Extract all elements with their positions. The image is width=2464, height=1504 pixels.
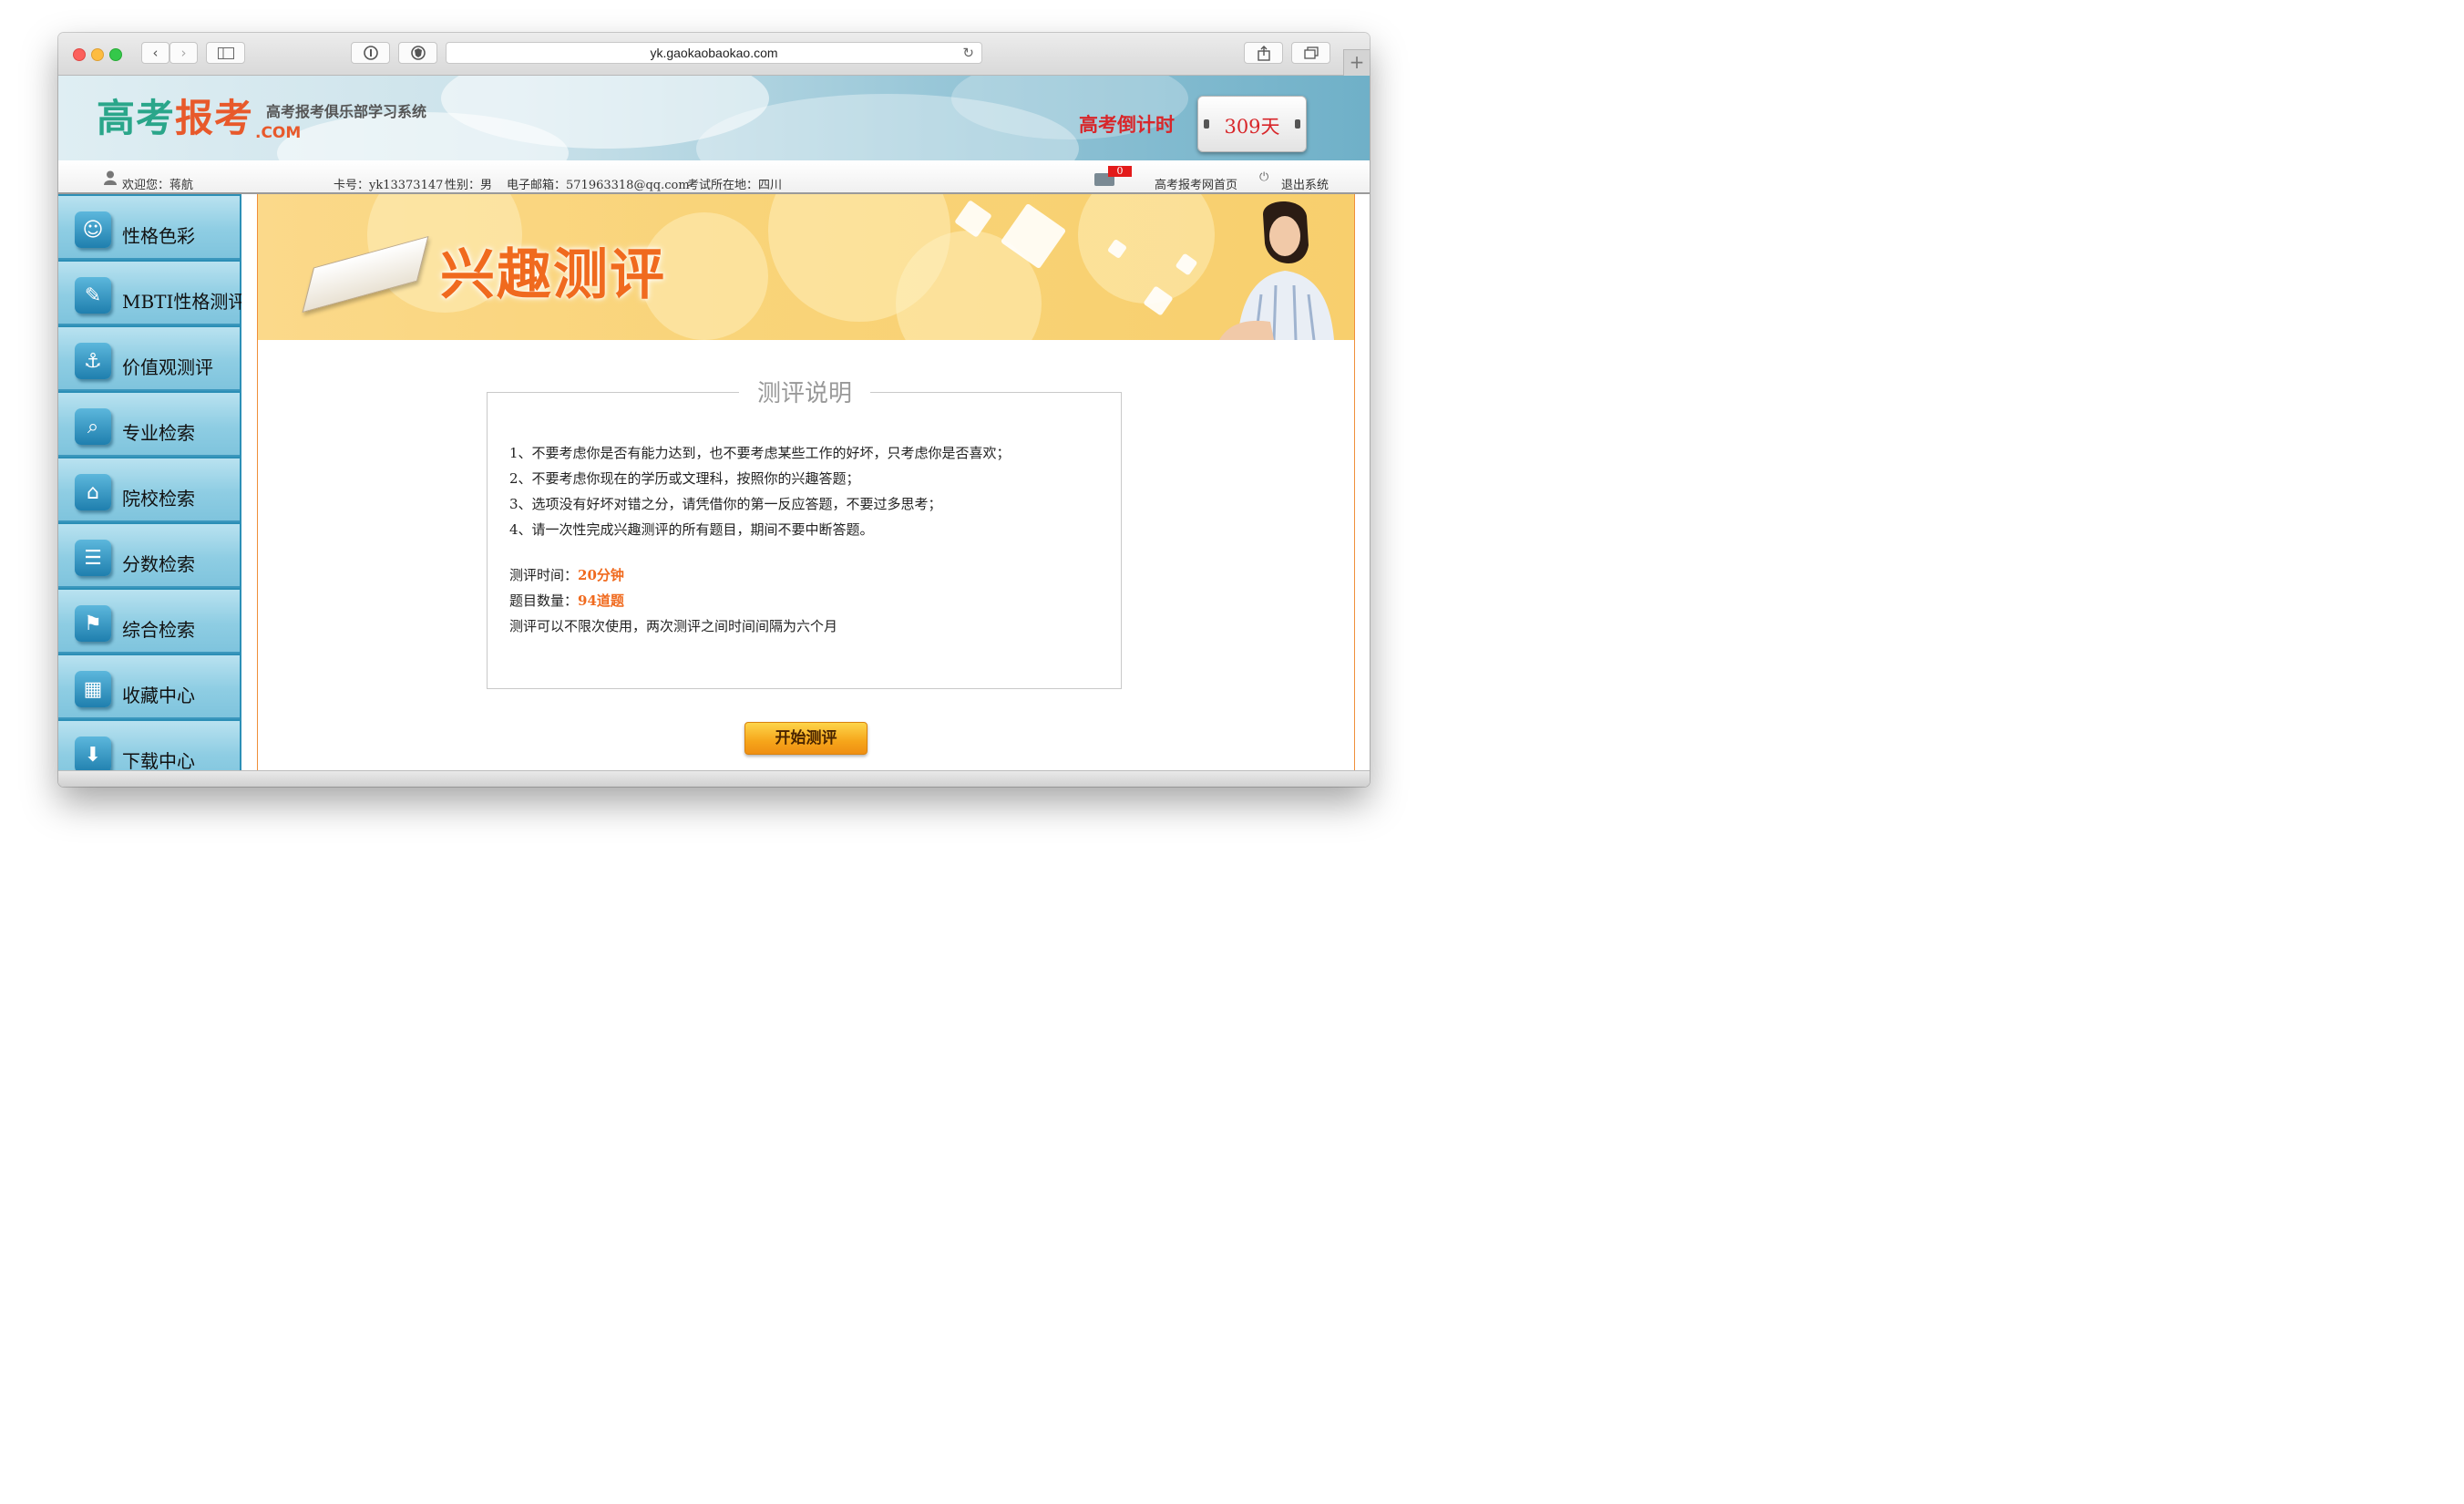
share-button[interactable] xyxy=(1244,42,1283,64)
site-subtitle: 高考报考俱乐部学习系统 xyxy=(266,103,427,120)
rule-item: 4、请一次性完成兴趣测评的所有题目，期间不要中断答题。 xyxy=(509,521,874,538)
tabs-icon xyxy=(1303,46,1319,59)
countdown-label: 高考倒计时 xyxy=(1079,114,1175,136)
minimize-window-button[interactable] xyxy=(91,48,104,61)
forward-button[interactable]: › xyxy=(169,42,198,64)
chevron-left-icon: ‹ xyxy=(152,45,159,61)
sidebar-item-label: 专业检索 xyxy=(122,422,195,444)
sidebar-item-personality-color[interactable]: ☺ 性格色彩 xyxy=(58,196,240,260)
start-assessment-button[interactable]: 开始测评 xyxy=(744,722,868,755)
shield-icon xyxy=(410,46,426,60)
duration-value: 20分钟 xyxy=(578,567,624,583)
logo-text-part1: 高考 xyxy=(97,96,176,140)
frequency-note: 测评可以不限次使用，两次测评之间时间间隔为六个月 xyxy=(509,618,838,634)
reader-button[interactable] xyxy=(351,42,390,64)
sidebar-item-score-search[interactable]: ☰ 分数检索 xyxy=(58,524,240,588)
rule-item: 3、选项没有好坏对错之分，请凭借你的第一反应答题，不要过多思考； xyxy=(509,496,942,512)
sidebar-item-mbti[interactable]: ✎ MBTI性格测评 xyxy=(58,262,241,325)
sidebar-toggle-button[interactable] xyxy=(206,42,245,64)
list-icon: ☰ xyxy=(75,540,111,576)
user-icon xyxy=(104,170,117,185)
assessment-instructions: 测评说明 1、不要考虑你是否有能力达到，也不要考虑某些工作的好坏，只考虑你是否喜… xyxy=(487,375,1122,689)
hero-banner: 兴趣测评 xyxy=(258,194,1354,340)
gender-text: 性别：男 xyxy=(445,179,493,192)
rule-item: 2、不要考虑你现在的学历或文理科，按照你的兴趣答题； xyxy=(509,470,860,487)
sidebar-item-label: 下载中心 xyxy=(122,750,195,770)
sidebar-item-downloads[interactable]: ⬇ 下载中心 xyxy=(58,721,240,770)
close-window-button[interactable] xyxy=(73,48,86,61)
duration-row: 测评时间：20分钟 xyxy=(509,562,837,588)
tabs-overview-button[interactable] xyxy=(1291,42,1330,64)
instructions-title: 测评说明 xyxy=(739,375,871,408)
logo-text-part2: 报考 xyxy=(175,96,254,140)
back-button[interactable]: ‹ xyxy=(141,42,169,64)
building-search-icon: ⌂ xyxy=(75,474,111,510)
student-photo xyxy=(1219,201,1334,340)
chevron-right-icon: › xyxy=(180,45,187,61)
anchor-icon: ⚓ xyxy=(75,343,111,379)
welcome-text: 欢迎您：蒋航 xyxy=(122,179,194,192)
site-banner: 高考报考 .COM 高考报考俱乐部学习系统 高考倒计时 309天 xyxy=(58,76,1370,160)
sidebar-item-major-search[interactable]: ⌕ 专业检索 xyxy=(58,393,240,457)
sidebar-icon xyxy=(217,46,234,59)
exam-location: 考试所在地：四川 xyxy=(687,179,783,192)
zoom-window-button[interactable] xyxy=(109,48,122,61)
url-text: yk.gaokaobaokao.com xyxy=(650,46,778,60)
signpost-icon: ⚑ xyxy=(75,605,111,642)
assessment-meta: 测评时间：20分钟 题目数量：94道题 测评可以不限次使用，两次测评之间时间间隔… xyxy=(509,562,837,639)
sidebar-item-favorites[interactable]: ▦ 收藏中心 xyxy=(58,655,240,719)
sidebar-item-comprehensive-search[interactable]: ⚑ 综合检索 xyxy=(58,590,240,654)
download-icon: ⬇ xyxy=(75,737,111,770)
hero-title: 兴趣测评 xyxy=(440,243,666,307)
mail-count-badge: 0 xyxy=(1108,166,1132,177)
countdown-display: 309天 xyxy=(1197,96,1307,152)
reload-icon[interactable]: ↻ xyxy=(962,43,974,63)
sidebar-item-label: 价值观测评 xyxy=(122,356,213,378)
question-count-label: 题目数量： xyxy=(509,592,579,609)
card-number: 卡号：yk13373147 xyxy=(334,179,444,192)
feather-icon: ✎ xyxy=(75,277,111,314)
browser-window: ‹ › yk.gaokaobaokao.com ↻ + 高考报考 .COM 高考… xyxy=(58,33,1370,787)
sidebar-item-label: 综合检索 xyxy=(122,619,195,641)
home-link[interactable]: 高考报考网首页 xyxy=(1155,175,1237,192)
question-count-row: 题目数量：94道题 xyxy=(509,588,837,613)
power-icon[interactable]: ⏻ xyxy=(1259,170,1268,184)
collection-icon: ▦ xyxy=(75,671,111,707)
browser-toolbar: ‹ › yk.gaokaobaokao.com ↻ + xyxy=(58,33,1370,76)
address-bar[interactable]: yk.gaokaobaokao.com ↻ xyxy=(446,42,982,64)
share-icon xyxy=(1257,45,1270,61)
sidebar-item-label: 收藏中心 xyxy=(122,685,195,706)
countdown-days: 309天 xyxy=(1224,116,1280,138)
sidebar-item-values[interactable]: ⚓ 价值观测评 xyxy=(58,327,240,391)
sidebar-item-label: 分数检索 xyxy=(122,553,195,575)
sidebar-nav: ☺ 性格色彩 ✎ MBTI性格测评 ⚓ 价值观测评 ⌕ 专业检索 ⌂ 院校检索 … xyxy=(58,194,241,770)
info-circle-icon xyxy=(363,46,378,60)
magnifier-doc-icon: ⌕ xyxy=(75,408,111,445)
user-info-bar: 欢迎您：蒋航 卡号：yk13373147 性别：男 电子邮箱：571963318… xyxy=(58,161,1370,194)
sidebar-item-college-search[interactable]: ⌂ 院校检索 xyxy=(58,458,240,522)
sidebar-item-label: MBTI性格测评 xyxy=(122,291,241,313)
rule-item: 1、不要考虑你是否有能力达到，也不要考虑某些工作的好坏，只考虑你是否喜欢； xyxy=(509,445,1011,461)
theater-mask-icon: ☺ xyxy=(75,211,111,248)
rules-list: 1、不要考虑你是否有能力达到，也不要考虑某些工作的好坏，只考虑你是否喜欢； 2、… xyxy=(509,440,1011,542)
logo-domain: .COM xyxy=(255,124,302,142)
site-logo[interactable]: 高考报考 xyxy=(97,96,253,141)
logout-link[interactable]: 退出系统 xyxy=(1281,175,1329,192)
question-count-value: 94道题 xyxy=(578,592,624,609)
new-tab-button[interactable]: + xyxy=(1343,49,1370,76)
main-content: 兴趣测评 测评说明 1、不要考虑你是否有能力达到，也不要考虑某些工作的好坏，只考… xyxy=(257,194,1355,770)
sidebar-item-label: 院校检索 xyxy=(122,488,195,510)
browser-bottom-edge xyxy=(58,770,1370,787)
email-text: 电子邮箱：571963318@qq.com xyxy=(507,179,690,192)
sidebar-item-label: 性格色彩 xyxy=(122,225,195,247)
privacy-button[interactable] xyxy=(398,42,437,64)
duration-label: 测评时间： xyxy=(509,567,579,583)
